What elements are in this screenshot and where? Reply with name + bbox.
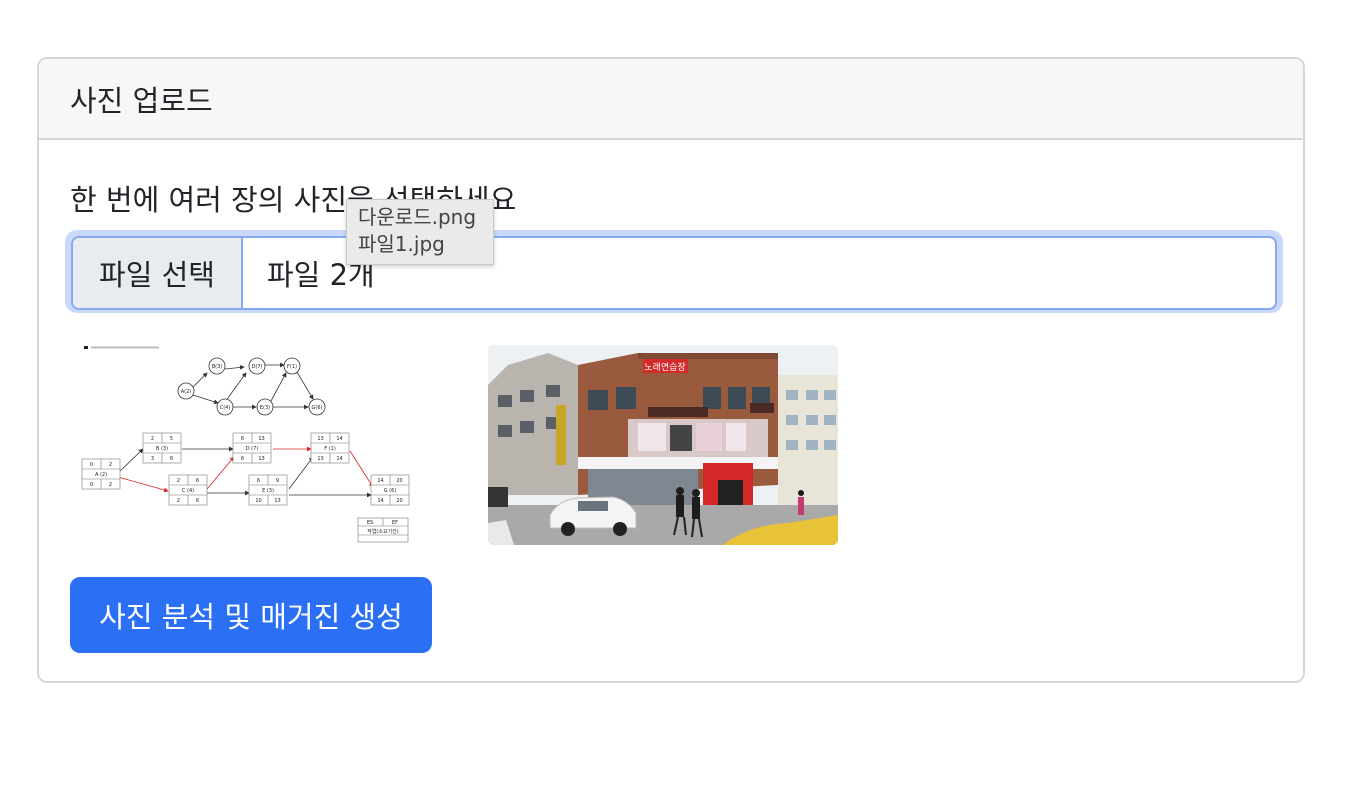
- node-label: C(4): [220, 405, 231, 411]
- box-name: F (1): [324, 446, 336, 452]
- box-ef: 6: [196, 478, 199, 484]
- node-box: 6 13 D (7)6 13: [232, 432, 272, 464]
- node-label: A(2): [181, 389, 192, 395]
- box-ls: 6: [241, 456, 244, 462]
- shop-sign-text: 노래연습장: [644, 362, 685, 373]
- box-es: 6: [241, 436, 244, 442]
- preview-thumbnail-diagram: A(2) B(3) C(4) D(7) E(3) F(1) G(6) 0 2 A…: [81, 345, 431, 545]
- analyze-and-create-magazine-button[interactable]: 사진 분석 및 매거진 생성: [70, 577, 432, 653]
- box-ls: 2: [177, 498, 180, 504]
- box-ef: 2: [109, 462, 112, 468]
- card-header: 사진 업로드: [39, 59, 1303, 140]
- node-label: E(3): [260, 405, 270, 411]
- node-box: 14 20 G (6)14 20: [370, 474, 410, 506]
- file-input[interactable]: 파일 선택 파일 2개: [71, 236, 1277, 310]
- legend-es: ES: [367, 520, 373, 526]
- box-ef: 13: [258, 436, 264, 442]
- box-ls: 0: [90, 482, 93, 488]
- node-label: B(3): [212, 364, 223, 370]
- legend-ef: EF: [392, 520, 398, 526]
- box-lf: 20: [396, 498, 402, 504]
- box-ls: 3: [151, 456, 154, 462]
- street-photo-image: 노래연습장: [488, 345, 838, 545]
- tooltip-file-name: 다운로드.png: [358, 205, 477, 229]
- upload-card: 사진 업로드 한 번에 여러 장의 사진을 선택하세요 파일 선택 파일 2개 …: [37, 57, 1305, 683]
- box-ef: 14: [336, 436, 342, 442]
- box-es: 14: [377, 478, 383, 484]
- box-es: 13: [317, 436, 323, 442]
- box-name: B (3): [156, 446, 168, 452]
- box-lf: 14: [336, 456, 342, 462]
- box-lf: 6: [196, 498, 199, 504]
- node-box: 6 9E (3)10 13: [248, 474, 288, 506]
- node-label: F(1): [287, 364, 297, 370]
- box-name: E (3): [262, 488, 274, 494]
- card-title: 사진 업로드: [70, 83, 213, 118]
- box-lf: 2: [109, 482, 112, 488]
- box-name: G (6): [384, 488, 397, 494]
- network-diagram-image: A(2) B(3) C(4) D(7) E(3) F(1) G(6) 0 2A …: [81, 345, 431, 545]
- box-ls: 10: [255, 498, 261, 504]
- box-name: A (2): [95, 472, 107, 478]
- box-es: 2: [177, 478, 180, 484]
- legend-name: 작업(소요기간): [367, 528, 399, 535]
- choose-file-button[interactable]: 파일 선택: [73, 238, 243, 308]
- node-box: 0 2A (2)0 2: [81, 458, 121, 490]
- box-ls: 13: [317, 456, 323, 462]
- node-label: G(6): [312, 405, 323, 411]
- node-box: 2 5B (3)3 6: [142, 432, 182, 464]
- box-ef: 20: [396, 478, 402, 484]
- box-ef: 5: [170, 436, 173, 442]
- node-box: 2 6C (4)2 6: [168, 474, 208, 506]
- box-name: D (7): [246, 446, 259, 452]
- tooltip-file-name: 파일1.jpg: [358, 232, 445, 256]
- box-lf: 13: [258, 456, 264, 462]
- box-ef: 9: [276, 478, 279, 484]
- box-lf: 6: [170, 456, 173, 462]
- file-list-tooltip: 다운로드.png 파일1.jpg: [346, 199, 494, 265]
- box-es: 2: [151, 436, 154, 442]
- box-name: C (4): [182, 488, 194, 494]
- node-box: 13 14F (1)13 14: [310, 432, 350, 464]
- box-es: 0: [90, 462, 93, 468]
- box-ls: 14: [377, 498, 383, 504]
- node-label: D(7): [252, 364, 263, 370]
- box-lf: 13: [274, 498, 280, 504]
- preview-thumbnail-photo: 노래연습장: [488, 345, 838, 545]
- box-es: 6: [257, 478, 260, 484]
